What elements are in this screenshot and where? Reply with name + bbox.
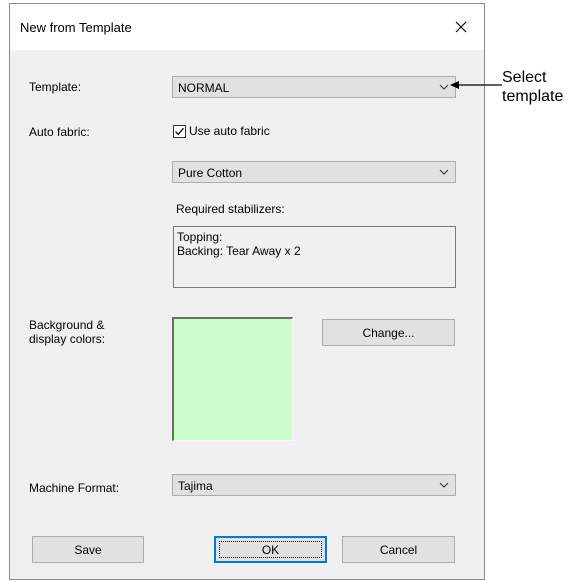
auto-fabric-label: Auto fabric: — [29, 125, 90, 139]
annotation-text: Select template — [502, 68, 563, 106]
machine-format-value: Tajima — [178, 479, 213, 493]
template-dropdown[interactable]: NORMAL — [172, 76, 456, 98]
use-auto-fabric-label: Use auto fabric — [189, 124, 270, 138]
focus-rectangle — [219, 541, 322, 558]
close-button[interactable] — [444, 12, 478, 42]
use-auto-fabric-checkbox-row[interactable]: Use auto fabric — [173, 124, 270, 138]
use-auto-fabric-checkbox[interactable] — [173, 124, 186, 138]
machine-format-dropdown[interactable]: Tajima — [172, 474, 456, 496]
chevron-down-icon — [439, 482, 449, 488]
dialog-title: New from Template — [20, 20, 132, 35]
fabric-value: Pure Cotton — [178, 166, 243, 180]
chevron-down-icon — [439, 169, 449, 175]
annotation-line2: template — [502, 88, 564, 105]
background-label-line1: Background & — [29, 318, 105, 332]
title-bar: New from Template — [10, 4, 484, 50]
annotation-arrow-icon — [450, 81, 502, 89]
checkmark-icon — [175, 127, 184, 135]
annotation-line1: Select — [502, 69, 547, 86]
close-icon — [455, 21, 467, 33]
background-color-swatch[interactable] — [172, 317, 293, 441]
stabilizer-backing: Backing: Tear Away x 2 — [177, 244, 301, 258]
fabric-dropdown[interactable]: Pure Cotton — [172, 161, 456, 183]
template-value: NORMAL — [178, 81, 230, 95]
background-label-line2: display colors: — [29, 332, 106, 346]
chevron-down-icon — [439, 84, 449, 90]
machine-format-label: Machine Format: — [29, 481, 120, 495]
stabilizer-topping: Topping: — [177, 230, 223, 244]
change-button[interactable]: Change... — [322, 319, 455, 346]
stabilizers-textbox[interactable]: Topping: Backing: Tear Away x 2 — [173, 226, 456, 288]
required-stabilizers-label: Required stabilizers: — [176, 202, 285, 216]
cancel-button[interactable]: Cancel — [342, 536, 455, 563]
ok-button[interactable]: OK — [214, 536, 327, 563]
new-from-template-dialog: New from Template Template: NORMAL Auto … — [9, 3, 485, 580]
save-button[interactable]: Save — [32, 536, 144, 563]
template-label: Template: — [29, 80, 82, 94]
